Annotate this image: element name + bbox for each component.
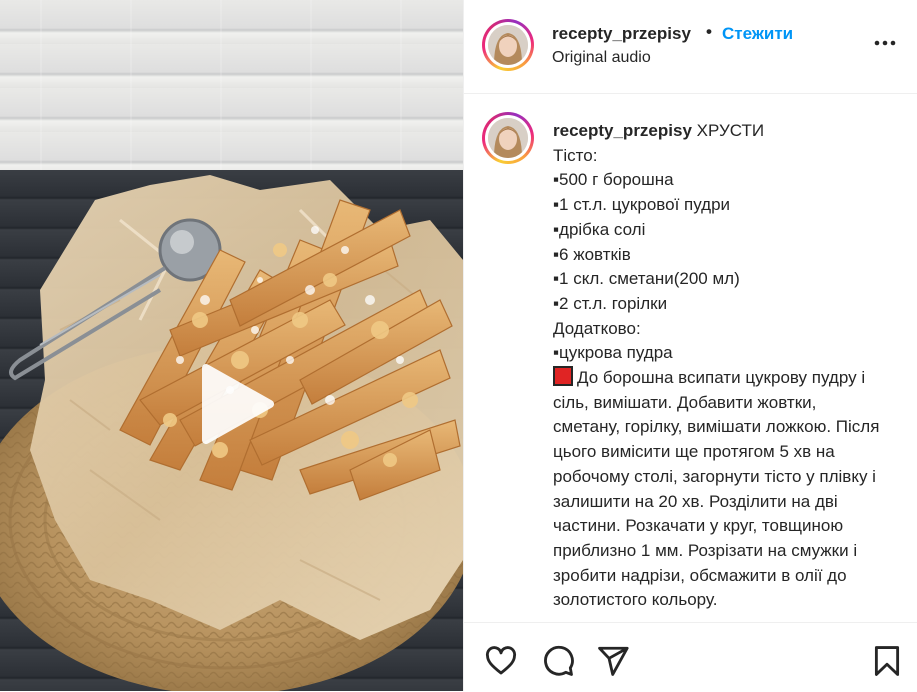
caption-paragraph: До борошна всипати цукрову пудру і сіль,… (553, 368, 885, 610)
caption-line: ▪дрібка солі (553, 219, 646, 239)
caption-avatar[interactable] (482, 112, 534, 164)
send-icon[interactable] (596, 644, 630, 678)
play-icon[interactable] (188, 356, 284, 452)
bookmark-icon[interactable] (870, 644, 904, 678)
caption-line: Тісто: (553, 145, 598, 165)
caption-line: ▪500 г борошна (553, 170, 674, 190)
caption-line: ▪цукрова пудра (553, 343, 673, 363)
more-horizontal-icon[interactable] (872, 30, 898, 56)
food-photo (0, 175, 463, 691)
caption-section: recepty_przepisy ХРУСТИ Тісто: ▪500 г бо… (464, 94, 917, 622)
username-link[interactable]: recepty_przepisy (552, 24, 691, 44)
post-header: recepty_przepisy • Стежити Original audi… (464, 0, 917, 94)
heart-icon[interactable] (484, 644, 518, 678)
caption-line: ▪2 ст.л. горілки (553, 293, 668, 313)
caption-title: ХРУСТИ (696, 121, 765, 140)
post-sidebar: recepty_przepisy • Стежити Original audi… (463, 0, 917, 691)
action-bar (464, 622, 917, 692)
caption-line: ▪6 жовтків (553, 244, 631, 264)
caption-line: Додатково: (553, 318, 641, 338)
caption-line: ▪1 ст.л. цукрової пудри (553, 195, 731, 215)
avatar[interactable] (482, 19, 534, 71)
caption-text: recepty_przepisy ХРУСТИ Тісто: ▪500 г бо… (553, 119, 883, 613)
red-square-emoji-icon (553, 366, 573, 387)
caption-username[interactable]: recepty_przepisy (553, 121, 692, 140)
post-media-video[interactable] (0, 0, 463, 691)
caption-line: ▪1 скл. сметани(200 мл) (553, 269, 740, 289)
follow-button[interactable]: Стежити (722, 24, 793, 44)
comment-icon[interactable] (541, 644, 575, 678)
audio-label[interactable]: Original audio (552, 49, 651, 67)
separator-dot: • (706, 22, 712, 41)
